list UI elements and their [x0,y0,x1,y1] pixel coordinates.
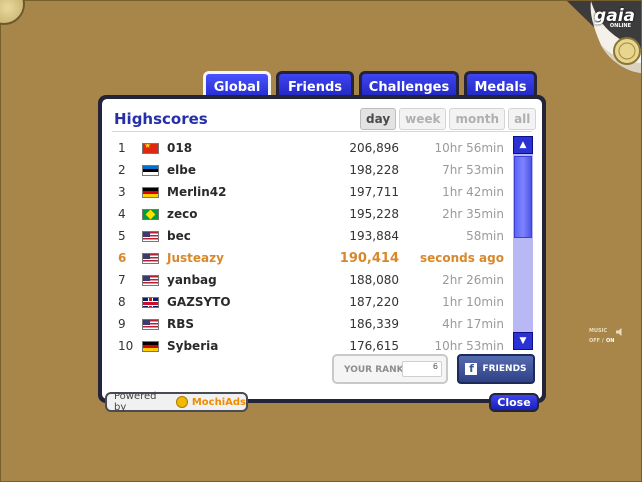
player-name: 018 [167,141,193,155]
rank: 8 [118,295,126,309]
rank: 4 [118,207,126,221]
flag-icon-china [142,142,159,154]
score-row: 10 Syberia 176,615 10hr 53min [112,335,507,357]
score-value: 190,414 [339,250,399,266]
time-ago: 10hr 56min [434,141,504,155]
flag-icon-usa [142,252,159,264]
friends-button-label: FRIENDS [482,364,527,374]
score-row: 5 bec 193,884 58min [112,225,507,247]
score-value: 188,080 [349,273,399,287]
time-ago: 7hr 53min [442,163,504,177]
facebook-icon: f [465,363,478,375]
player-name: Syberia [167,339,219,353]
player-name: yanbag [167,273,217,287]
score-row: 1 018 206,896 10hr 56min [112,137,507,159]
rank: 10 [118,339,134,353]
powered-by-label: Powered by [114,391,157,413]
powered-by-mochiads[interactable]: Powered by MochiAds [105,391,248,413]
mochiads-brand: MochiAds [191,396,246,408]
filter-month[interactable]: month [449,108,506,130]
rank: 9 [118,317,126,331]
player-name: zeco [167,207,198,221]
filter-all[interactable]: all [508,108,537,130]
player-name: elbe [167,163,196,177]
flag-icon-germany [142,340,159,352]
score-value: 197,711 [349,185,399,199]
player-name: bec [167,229,191,243]
music-on-option[interactable]: ON [606,338,614,344]
scroll-down-button[interactable]: ▼ [513,332,533,350]
time-filter-group: day week month all [360,108,537,130]
flag-icon-brazil [142,208,159,220]
mochi-logo-icon [175,396,188,408]
time-ago: seconds ago [419,251,504,265]
score-value: 176,615 [349,339,399,353]
score-row: 8 GAZSYTO 187,220 1hr 10min [112,291,507,313]
score-row: 4 zeco 195,228 2hr 35min [112,203,507,225]
scrollbar[interactable]: ▲ ▼ [513,136,533,350]
your-rank-label: YOUR RANK: [344,365,408,375]
score-value: 206,896 [349,141,399,155]
score-value: 187,220 [349,295,399,309]
arrow-up-icon: ▲ [519,140,527,150]
player-name: RBS [167,317,195,331]
score-row: 7 yanbag 188,080 2hr 26min [112,269,507,291]
player-name: Merlin42 [167,185,227,199]
time-ago: 2hr 26min [442,273,504,287]
highscores-panel: Highscores day week month all 1 018 206,… [98,95,546,403]
music-toggle[interactable]: MUSIC OFF / ON [589,327,629,347]
scrollbar-thumb[interactable] [514,156,532,238]
flag-icon-germany [142,186,159,198]
flag-icon-usa [142,274,159,286]
score-row-current-player: 6 Justeazy 190,414 seconds ago [112,247,507,269]
filter-week[interactable]: week [399,108,447,130]
score-row: 3 Merlin42 197,711 1hr 42min [112,181,507,203]
scroll-up-button[interactable]: ▲ [513,136,533,154]
your-rank-box: YOUR RANK: 6 [332,354,448,384]
panel-title: Highscores [114,110,208,128]
music-off-option[interactable]: OFF / [589,338,604,344]
flag-icon-usa [142,318,159,330]
facebook-friends-button[interactable]: f FRIENDS [457,354,535,384]
player-name: Justeazy [167,251,224,265]
score-value: 198,228 [349,163,399,177]
score-value: 193,884 [349,229,399,243]
coin-icon [0,0,25,25]
arrow-down-icon: ▼ [519,336,527,346]
flag-icon-usa [142,230,159,242]
time-ago: 2hr 35min [442,207,504,221]
filter-day[interactable]: day [360,108,397,130]
your-rank-value: 6 [402,361,442,377]
time-ago: 4hr 17min [442,317,504,331]
score-list: 1 018 206,896 10hr 56min 2 elbe 198,228 … [112,137,507,357]
time-ago: 1hr 10min [442,295,504,309]
music-label: MUSIC [589,328,608,334]
gaia-logo-sub: ONLINE [609,23,631,29]
score-value: 195,228 [349,207,399,221]
score-row: 2 elbe 198,228 7hr 53min [112,159,507,181]
score-value: 186,339 [349,317,399,331]
rank: 1 [118,141,126,155]
flag-icon-estonia [142,164,159,176]
player-name: GAZSYTO [167,295,231,309]
divider [112,131,532,132]
time-ago: 58min [466,229,504,243]
flag-icon-uk [142,296,159,308]
rank: 3 [118,185,126,199]
score-row: 9 RBS 186,339 4hr 17min [112,313,507,335]
rank: 2 [118,163,126,177]
rank: 6 [118,251,127,265]
highscores-panel-body: Highscores day week month all 1 018 206,… [102,99,542,399]
speaker-icon [616,328,622,336]
close-button[interactable]: Close [489,393,539,412]
page-curl[interactable]: gaia ONLINE [567,1,641,73]
time-ago: 1hr 42min [442,185,504,199]
time-ago: 10hr 53min [434,339,504,353]
rank: 5 [118,229,126,243]
rank: 7 [118,273,126,287]
